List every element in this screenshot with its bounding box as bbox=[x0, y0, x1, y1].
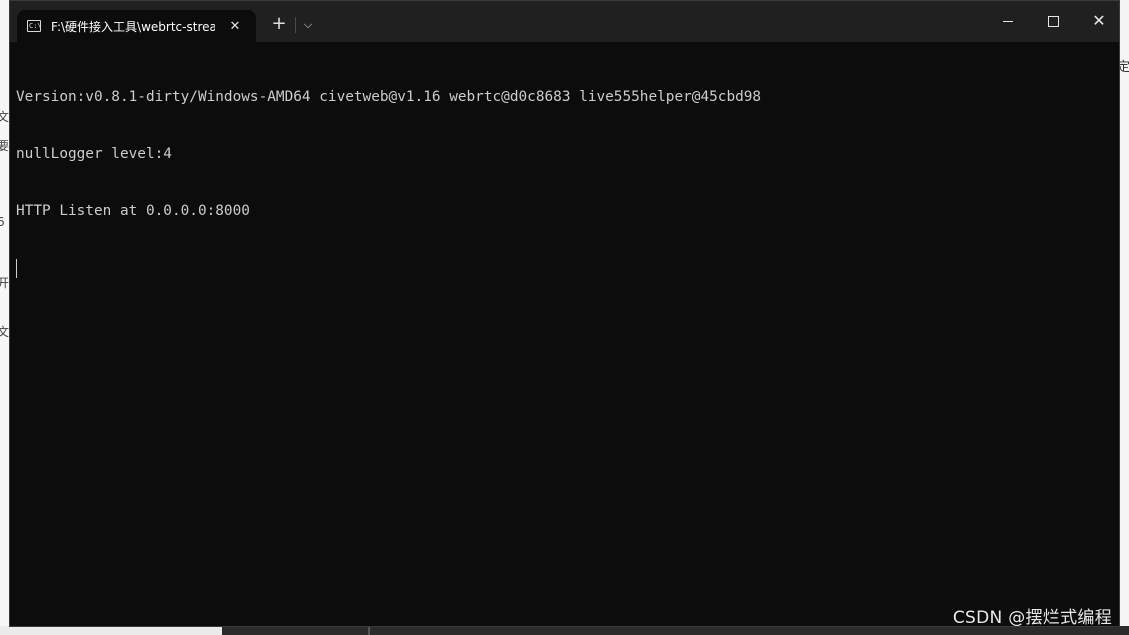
minimize-button[interactable] bbox=[985, 1, 1031, 41]
title-bar[interactable]: C:\ F:\硬件接入工具\webrtc-stream ✕ + ⌵ ✕ bbox=[10, 1, 1119, 42]
maximize-icon bbox=[1047, 15, 1059, 27]
console-output[interactable]: Version:v0.8.1-dirty/Windows-AMD64 civet… bbox=[16, 50, 1106, 316]
chevron-down-icon[interactable]: ⌵ bbox=[300, 14, 316, 34]
terminal-tab[interactable]: C:\ F:\硬件接入工具\webrtc-stream ✕ bbox=[17, 10, 256, 42]
divider bbox=[295, 17, 296, 33]
background-text: 文 bbox=[0, 110, 10, 124]
background-text: 要 bbox=[0, 139, 10, 153]
close-window-button[interactable]: ✕ bbox=[1076, 1, 1122, 41]
maximize-button[interactable] bbox=[1030, 1, 1076, 41]
console-line: HTTP Listen at 0.0.0.0:8000 bbox=[16, 203, 250, 219]
console-line: Version:v0.8.1-dirty/Windows-AMD64 civet… bbox=[16, 89, 762, 105]
background-text: 文 bbox=[0, 325, 10, 339]
terminal-icon: C:\ bbox=[27, 20, 42, 32]
background-separator bbox=[368, 626, 370, 635]
close-icon: ✕ bbox=[1092, 11, 1106, 30]
console-line: nullLogger level:4 bbox=[16, 146, 172, 162]
watermark: CSDN @摆烂式编程 bbox=[952, 608, 1112, 628]
close-tab-icon[interactable]: ✕ bbox=[227, 19, 243, 34]
terminal-window: C:\ F:\硬件接入工具\webrtc-stream ✕ + ⌵ ✕ Vers… bbox=[9, 0, 1120, 627]
minimize-icon bbox=[1003, 20, 1013, 22]
new-tab-button[interactable]: + bbox=[269, 14, 289, 34]
tab-title: F:\硬件接入工具\webrtc-stream bbox=[51, 19, 215, 34]
background-text: 开 bbox=[0, 276, 10, 290]
text-cursor bbox=[16, 259, 17, 278]
background-text: 6 bbox=[0, 215, 5, 229]
